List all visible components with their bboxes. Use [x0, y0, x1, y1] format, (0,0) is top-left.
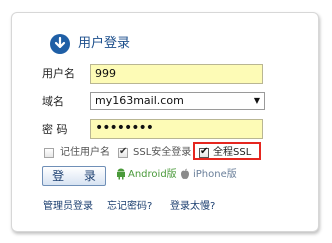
checkmark-icon: ✔ — [119, 146, 128, 157]
password-field[interactable]: •••••••• — [90, 119, 263, 139]
checkmark-icon: ✔ — [200, 146, 209, 157]
forgot-password-link[interactable]: 忘记密码? — [107, 200, 152, 214]
username-field[interactable]: 999 — [90, 64, 263, 84]
admin-login-link[interactable]: 管理员登录 — [43, 200, 93, 214]
domain-select-value: my163mail.com — [95, 94, 184, 107]
chevron-down-icon: ▼ — [253, 96, 260, 105]
domain-select[interactable]: my163mail.com ▼ — [90, 92, 265, 110]
full-ssl-checkbox[interactable]: ✔ — [199, 146, 209, 158]
full-ssl-label: 全程SSL — [213, 147, 252, 158]
remember-username-label: 记住用户名 — [60, 147, 110, 158]
login-button[interactable]: 登 录 — [42, 166, 106, 186]
ssl-security-checkbox[interactable]: ✔ — [118, 146, 128, 158]
login-slow-link[interactable]: 登录太慢? — [170, 200, 215, 214]
ssl-security-label: SSL安全登录 — [133, 147, 192, 158]
apple-icon — [180, 168, 190, 180]
download-arrow-icon — [50, 34, 70, 54]
remember-username-checkbox[interactable] — [44, 148, 54, 158]
android-icon — [116, 168, 126, 180]
page-title: 用户登录 — [78, 36, 131, 51]
domain-label: 域名 — [42, 95, 64, 108]
password-label: 密 码 — [42, 123, 68, 136]
username-label: 用户名 — [42, 67, 75, 80]
android-link[interactable]: Android版 — [128, 168, 177, 182]
iphone-link[interactable]: iPhone版 — [193, 168, 237, 182]
